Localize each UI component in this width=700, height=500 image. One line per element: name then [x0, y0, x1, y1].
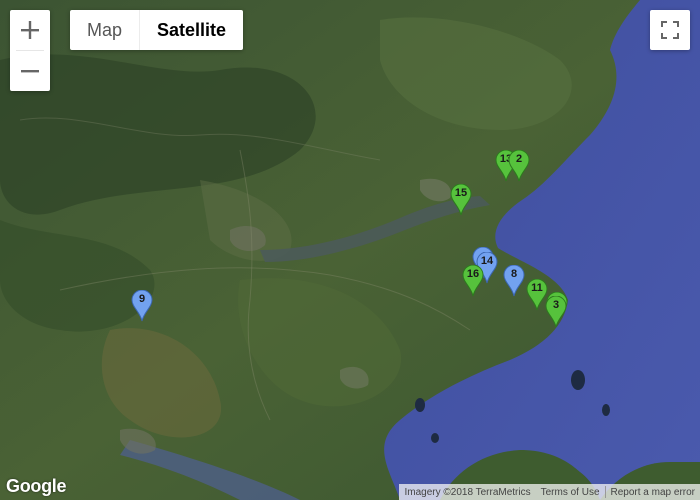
satellite-imagery: [0, 0, 700, 500]
zoom-in-button[interactable]: [10, 10, 50, 50]
map-marker-9[interactable]: 9: [131, 290, 153, 322]
map-marker-3[interactable]: 3: [545, 296, 567, 328]
attribution-bar: Imagery ©2018 TerraMetrics Terms of Use …: [399, 484, 700, 500]
map-type-control: Map Satellite: [70, 10, 244, 50]
report-map-error-link[interactable]: Report a map error: [606, 487, 700, 498]
satellite-map[interactable]: 13 2 15 14 16 8 11 3 9 Map Satellite Goo…: [0, 0, 700, 500]
marker-label: 2: [515, 153, 523, 165]
map-marker-8[interactable]: 8: [503, 265, 525, 297]
marker-label: 11: [531, 282, 543, 294]
imagery-credit: Imagery ©2018 TerraMetrics: [404, 486, 531, 498]
fullscreen-icon: [661, 21, 679, 39]
map-marker-2[interactable]: 2: [508, 150, 530, 182]
zoom-out-button[interactable]: [10, 51, 50, 91]
map-type-map-button[interactable]: Map: [70, 10, 141, 50]
fullscreen-button[interactable]: [650, 10, 690, 50]
plus-icon: [21, 21, 39, 39]
marker-label: 15: [454, 187, 468, 199]
minus-icon: [21, 70, 39, 73]
google-logo[interactable]: Google: [6, 476, 67, 497]
map-marker-15[interactable]: 15: [450, 184, 472, 216]
marker-label: 16: [466, 268, 480, 280]
map-marker-16[interactable]: 16: [462, 265, 484, 297]
map-type-satellite-button[interactable]: Satellite: [140, 10, 243, 50]
marker-label: 8: [510, 268, 518, 280]
terms-of-use-link[interactable]: Terms of Use: [536, 487, 605, 498]
marker-label: 3: [552, 299, 560, 311]
zoom-control: [10, 10, 50, 91]
marker-label: 9: [138, 293, 146, 305]
